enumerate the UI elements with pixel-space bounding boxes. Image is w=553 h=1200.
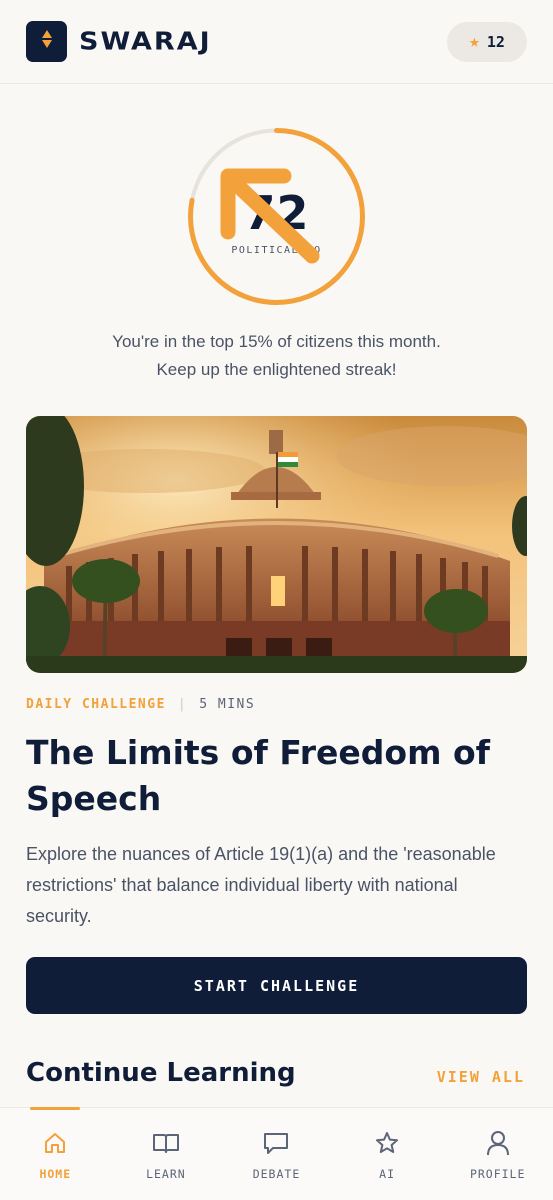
meta-separator: | bbox=[177, 697, 188, 712]
challenge-title[interactable]: The Limits of Freedom of Speech bbox=[26, 730, 536, 822]
start-challenge-button[interactable]: START CHALLENGE bbox=[26, 957, 527, 1014]
rank-message: You're in the top 15% of citizens this m… bbox=[0, 328, 553, 384]
nav-item-home[interactable]: HOME bbox=[0, 1107, 111, 1200]
app-logo[interactable] bbox=[26, 21, 67, 62]
nav-item-learn[interactable]: LEARN bbox=[111, 1108, 222, 1200]
nav-label-debate: DEBATE bbox=[252, 1167, 301, 1181]
rank-line-2: Keep up the enlightened streak! bbox=[156, 360, 397, 379]
nav-label-home: HOME bbox=[39, 1167, 72, 1181]
nav-item-profile[interactable]: PROFILE bbox=[442, 1108, 553, 1200]
nav-label-learn: LEARN bbox=[146, 1167, 186, 1181]
nav-item-ai[interactable]: AI bbox=[332, 1108, 443, 1200]
rank-line-1: You're in the top 15% of citizens this m… bbox=[112, 332, 441, 351]
continue-learning-title: Continue Learning bbox=[26, 1058, 296, 1088]
points-badge[interactable]: ★ 12 bbox=[447, 22, 527, 62]
bottom-nav: HOME LEARN DEBATE AI PROFILE bbox=[0, 1107, 553, 1200]
brand-name: SWARAJ bbox=[79, 27, 212, 56]
parliament-building-image bbox=[26, 416, 527, 673]
app-header: SWARAJ ★ 12 bbox=[0, 0, 553, 84]
active-tab-indicator bbox=[30, 1107, 81, 1110]
nav-label-profile: PROFILE bbox=[469, 1167, 526, 1181]
challenge-hero-image[interactable] bbox=[26, 416, 527, 673]
star-outline-icon bbox=[375, 1130, 399, 1156]
challenge-description: Explore the nuances of Article 19(1)(a) … bbox=[26, 844, 496, 926]
user-icon bbox=[486, 1130, 510, 1156]
view-all-link[interactable]: VIEW ALL bbox=[437, 1068, 525, 1086]
challenge-duration: 5 MINS bbox=[199, 697, 256, 712]
home-icon bbox=[43, 1130, 67, 1156]
nav-item-debate[interactable]: DEBATE bbox=[221, 1108, 332, 1200]
chat-bubble-icon bbox=[263, 1130, 289, 1156]
compass-diamond-icon bbox=[41, 28, 53, 55]
book-icon bbox=[152, 1130, 180, 1156]
challenge-category: DAILY CHALLENGE bbox=[26, 697, 166, 712]
points-count: 12 bbox=[486, 33, 505, 51]
nav-label-ai: AI bbox=[379, 1167, 395, 1181]
star-icon: ★ bbox=[469, 31, 480, 52]
pointer-arrow-icon bbox=[220, 168, 320, 264]
challenge-meta: DAILY CHALLENGE | 5 MINS bbox=[26, 697, 255, 712]
